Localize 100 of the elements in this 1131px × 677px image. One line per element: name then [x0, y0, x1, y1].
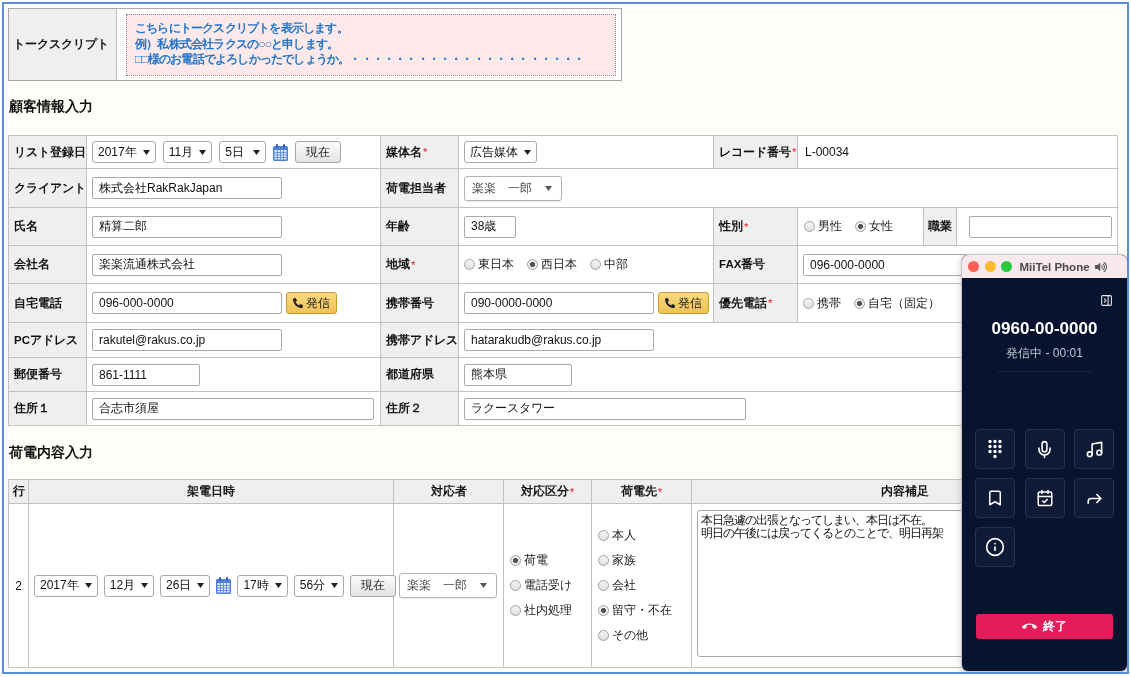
- text-input[interactable]: [969, 215, 1112, 238]
- radio-option[interactable]: 男性: [804, 219, 842, 234]
- radio-button[interactable]: [598, 605, 609, 616]
- dropdown[interactable]: 2017年: [92, 141, 156, 163]
- microphone-icon: [1035, 439, 1054, 459]
- text-input[interactable]: rakutel@rakus.co.jp: [92, 329, 282, 351]
- caret-icon: [197, 583, 205, 588]
- radio-option[interactable]: 東日本: [464, 257, 514, 272]
- radio-button[interactable]: [527, 259, 538, 270]
- radio-option[interactable]: 電話受け: [510, 578, 572, 593]
- text-input[interactable]: 090-0000-0000: [464, 292, 654, 314]
- text-input[interactable]: 楽楽流通株式会社: [92, 253, 282, 276]
- field-label: 年齢: [381, 208, 459, 246]
- radio-button[interactable]: [598, 580, 609, 591]
- dropdown[interactable]: 2017年: [34, 574, 98, 597]
- text-input[interactable]: 096-000-0000: [92, 292, 282, 314]
- radio-button[interactable]: [598, 530, 609, 541]
- radio-button[interactable]: [854, 297, 865, 309]
- info-button[interactable]: [975, 527, 1015, 567]
- radio-option[interactable]: 家族: [598, 553, 672, 568]
- call-button[interactable]: 発信: [658, 292, 709, 314]
- text-input[interactable]: 熊本県: [464, 363, 572, 386]
- text-input[interactable]: 株式会社RakRakJapan: [92, 177, 282, 199]
- dropdown[interactable]: 広告媒体: [464, 141, 537, 163]
- radio-button[interactable]: [598, 630, 609, 641]
- keypad-button[interactable]: [975, 429, 1015, 469]
- radio-option[interactable]: 会社: [598, 578, 672, 593]
- radio-option[interactable]: 中部: [590, 257, 628, 272]
- talk-script-text: こちらにトークスクリプトを表示します。 例）私株式会社ラクスの○○と申します。 □□様のお電話でよろしかったでしょうか。・・・・・・・・・・・・・・・・・・・・・: [126, 14, 616, 76]
- text-input[interactable]: ラクースタワー: [464, 397, 746, 420]
- calendar-check-icon: [1035, 489, 1054, 507]
- talk-script-label: トークスクリプト: [9, 9, 117, 80]
- now-button[interactable]: 現在: [295, 141, 342, 163]
- window-close-button[interactable]: [968, 261, 979, 272]
- phone-number: 0960-00-0000: [991, 319, 1098, 339]
- radio-option[interactable]: 留守・不在: [598, 603, 672, 618]
- text-input[interactable]: 861-1111: [92, 363, 200, 386]
- radio-option[interactable]: 携帯: [803, 295, 841, 311]
- end-call-button[interactable]: 終了: [976, 614, 1113, 639]
- caret-icon: [253, 149, 261, 155]
- bookmark-icon: [986, 489, 1004, 507]
- call-status: 発信中 - 00:01: [1006, 345, 1083, 361]
- field-label: クライアント: [9, 169, 87, 208]
- music-note-icon: [1084, 439, 1104, 459]
- caret-icon: [142, 149, 150, 155]
- radio-button[interactable]: [510, 580, 521, 591]
- radio-button[interactable]: [855, 221, 866, 232]
- field-label: 住所２: [381, 392, 459, 426]
- radio-option[interactable]: 社内処理: [510, 603, 572, 618]
- field-label: 郵便番号: [9, 358, 87, 392]
- radio-button[interactable]: [464, 259, 475, 270]
- call-button[interactable]: 発信: [286, 292, 337, 314]
- field-label: 氏名: [9, 208, 87, 246]
- caret-icon: [199, 149, 207, 155]
- memo-text: 本日急遽の出張となってしまい、本日は不在。: [701, 514, 932, 527]
- field-label: 職業: [923, 208, 957, 245]
- dropdown[interactable]: 12月: [103, 574, 155, 597]
- field-label: 都道府県: [381, 358, 459, 392]
- text-input[interactable]: hatarakudb@rakus.co.jp: [464, 329, 654, 351]
- radio-option[interactable]: 本人: [598, 528, 672, 543]
- now-button[interactable]: 現在: [350, 574, 397, 597]
- radio-option[interactable]: 自宅（固定）: [854, 295, 940, 311]
- calendar-button[interactable]: [1024, 478, 1065, 518]
- music-button[interactable]: [1074, 429, 1114, 469]
- field-label: 荷電担当者: [381, 169, 459, 208]
- radio-button[interactable]: [510, 555, 521, 566]
- bookmark-button[interactable]: [975, 478, 1015, 518]
- column-header: 対応者: [394, 480, 504, 504]
- radio-button[interactable]: [803, 297, 814, 309]
- dropdown[interactable]: 楽楽 一郎: [399, 573, 497, 598]
- calendar-icon[interactable]: [216, 577, 232, 594]
- text-input[interactable]: 合志市須屋: [92, 397, 374, 420]
- speaker-icon: [1095, 260, 1108, 273]
- field-label: 媒体名*: [381, 136, 459, 169]
- text-input[interactable]: 38歳: [464, 215, 516, 238]
- dropdown[interactable]: 楽楽 一郎: [464, 175, 562, 201]
- radio-button[interactable]: [590, 259, 601, 270]
- keypad-icon: [985, 439, 1005, 459]
- radio-button[interactable]: [598, 555, 609, 566]
- field-label: 自宅電話: [9, 284, 87, 323]
- calendar-icon[interactable]: [273, 143, 289, 161]
- text-input[interactable]: 精算二郎: [92, 215, 282, 238]
- radio-button[interactable]: [510, 605, 521, 616]
- caret-icon: [545, 185, 552, 191]
- forward-button[interactable]: [1074, 478, 1114, 518]
- radio-option[interactable]: 女性: [855, 219, 893, 234]
- dropdown[interactable]: 26日: [160, 574, 211, 597]
- record-number: L-00034: [804, 145, 850, 159]
- field-label: リスト登録日: [9, 136, 87, 169]
- radio-option[interactable]: 西日本: [527, 257, 577, 272]
- panel-icon[interactable]: [1100, 294, 1113, 307]
- dropdown[interactable]: 5日: [219, 141, 267, 163]
- dropdown[interactable]: 17時: [237, 574, 288, 597]
- radio-option[interactable]: 荷電: [510, 553, 572, 568]
- caret-icon: [274, 583, 282, 588]
- dropdown[interactable]: 11月: [162, 141, 213, 163]
- radio-option[interactable]: その他: [598, 628, 672, 643]
- radio-button[interactable]: [804, 221, 815, 232]
- dropdown[interactable]: 56分: [293, 574, 345, 597]
- microphone-button[interactable]: [1024, 429, 1065, 469]
